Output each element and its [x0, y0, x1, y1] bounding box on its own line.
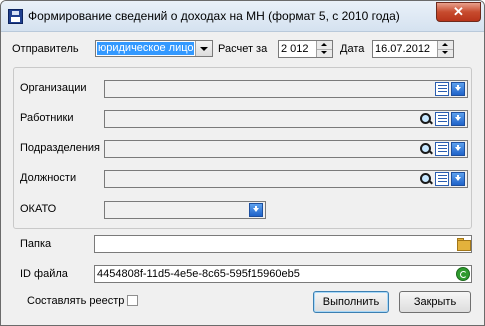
okato-label: ОКАТО — [20, 203, 57, 215]
dropdown-arrow-icon[interactable] — [249, 203, 263, 217]
folder-field[interactable] — [94, 235, 472, 253]
file-id-value: 4454808f-11d5-4e5e-8c65-595f15960eb5 — [97, 268, 300, 280]
chevron-down-icon[interactable] — [195, 41, 212, 56]
dropdown-arrow-icon[interactable] — [451, 82, 465, 96]
dropdown-arrow-icon[interactable] — [451, 112, 465, 126]
list-icon[interactable] — [435, 142, 449, 156]
okato-field[interactable] — [104, 201, 266, 219]
window-title: Формирование сведений о доходах на МН (ф… — [28, 9, 400, 23]
file-id-label: ID файла — [20, 268, 68, 280]
date-picker[interactable]: 16.07.2012 — [372, 40, 454, 58]
refresh-icon[interactable] — [456, 267, 470, 281]
dialog-window: Формирование сведений о доходах на МН (ф… — [0, 0, 485, 326]
registry-checkbox[interactable] — [127, 295, 138, 306]
folder-label: Папка — [20, 238, 52, 250]
date-down-icon[interactable] — [438, 49, 453, 57]
positions-field[interactable] — [104, 170, 468, 188]
spin-down-icon[interactable] — [317, 49, 332, 57]
list-icon[interactable] — [435, 172, 449, 186]
organizations-field[interactable] — [104, 80, 468, 98]
file-id-field[interactable]: 4454808f-11d5-4e5e-8c65-595f15960eb5 — [94, 265, 472, 283]
list-icon[interactable] — [435, 112, 449, 126]
departments-label: Подразделения — [20, 142, 100, 154]
year-value: 2 012 — [281, 43, 309, 55]
sender-label: Отправитель — [12, 43, 79, 55]
search-icon[interactable] — [419, 142, 433, 156]
title-bar: Формирование сведений о доходах на МН (ф… — [1, 1, 484, 32]
close-button[interactable]: Закрыть — [399, 291, 471, 313]
positions-label: Должности — [20, 172, 77, 184]
departments-field[interactable] — [104, 140, 468, 158]
employees-field[interactable] — [104, 110, 468, 128]
organizations-label: Организации — [20, 82, 87, 94]
folder-icon[interactable] — [456, 237, 471, 251]
calc-period-label: Расчет за — [218, 43, 268, 55]
date-label: Дата — [340, 43, 365, 55]
registry-label: Составлять реестр — [27, 295, 125, 307]
dialog-body: Отправитель юридическое лицо Расчет за 2… — [9, 32, 476, 317]
date-value: 16.07.2012 — [375, 43, 431, 55]
dropdown-arrow-icon[interactable] — [451, 172, 465, 186]
employees-label: Работники — [20, 112, 74, 124]
dropdown-arrow-icon[interactable] — [451, 142, 465, 156]
search-icon[interactable] — [419, 112, 433, 126]
search-icon[interactable] — [419, 172, 433, 186]
floppy-icon — [8, 9, 23, 24]
year-spinner[interactable]: 2 012 — [278, 40, 333, 58]
sender-select[interactable]: юридическое лицо — [95, 40, 213, 57]
sender-value: юридическое лицо — [97, 42, 194, 55]
execute-button[interactable]: Выполнить — [313, 291, 389, 313]
close-window-button[interactable]: ✕ — [436, 2, 481, 22]
list-icon[interactable] — [435, 82, 449, 96]
